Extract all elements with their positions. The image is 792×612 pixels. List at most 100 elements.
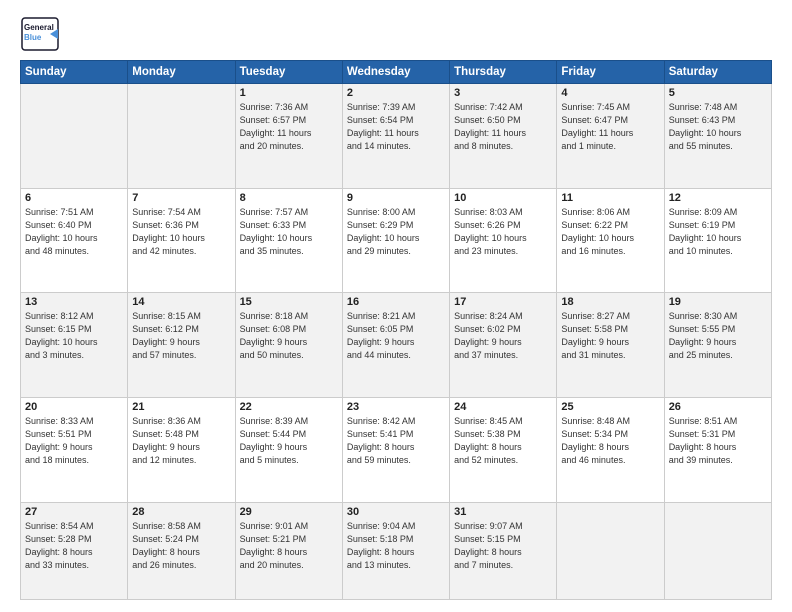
day-number: 22 <box>240 401 338 413</box>
day-number: 23 <box>347 401 445 413</box>
calendar-cell: 9 Sunrise: 8:00 AM Sunset: 6:29 PM Daylig… <box>342 188 449 293</box>
calendar-cell <box>664 502 771 599</box>
day-number: 16 <box>347 296 445 308</box>
day-number: 6 <box>25 192 123 204</box>
day-detail: Sunrise: 8:03 AM Sunset: 6:26 PM Dayligh… <box>454 206 552 258</box>
calendar-cell: 7Sunrise: 7:54 AM Sunset: 6:36 PM Daylig… <box>128 188 235 293</box>
day-detail: Sunrise: 8:21 AM Sunset: 6:05 PM Dayligh… <box>347 310 445 362</box>
day-detail: Sunrise: 8:18 AM Sunset: 6:08 PM Dayligh… <box>240 310 338 362</box>
day-number: 9 <box>347 192 445 204</box>
day-detail: Sunrise: 7:51 AM Sunset: 6:40 PM Dayligh… <box>25 206 123 258</box>
svg-text:General: General <box>24 23 54 32</box>
calendar-week-row: 6 Sunrise: 7:51 AM Sunset: 6:40 PM Daylig… <box>21 188 772 293</box>
day-detail: Sunrise: 9:01 AM Sunset: 5:21 PM Dayligh… <box>240 520 338 572</box>
calendar-header-tuesday: Tuesday <box>235 61 342 84</box>
day-number: 28 <box>132 506 230 518</box>
day-detail: Sunrise: 7:57 AM Sunset: 6:33 PM Dayligh… <box>240 206 338 258</box>
calendar-cell: 1Sunrise: 7:36 AM Sunset: 6:57 PM Daylig… <box>235 84 342 189</box>
calendar-header-saturday: Saturday <box>664 61 771 84</box>
day-number: 26 <box>669 401 767 413</box>
day-detail: Sunrise: 8:54 AM Sunset: 5:28 PM Dayligh… <box>25 520 123 572</box>
calendar-cell: 3 Sunrise: 7:42 AM Sunset: 6:50 PM Daylig… <box>450 84 557 189</box>
day-detail: Sunrise: 7:54 AM Sunset: 6:36 PM Dayligh… <box>132 206 230 258</box>
day-number: 20 <box>25 401 123 413</box>
day-number: 12 <box>669 192 767 204</box>
calendar-header-friday: Friday <box>557 61 664 84</box>
day-detail: Sunrise: 8:06 AM Sunset: 6:22 PM Dayligh… <box>561 206 659 258</box>
day-number: 4 <box>561 87 659 99</box>
calendar-cell: 22 Sunrise: 8:39 AM Sunset: 5:44 PM Dayli… <box>235 397 342 502</box>
calendar-cell: 25 Sunrise: 8:48 AM Sunset: 5:34 PM Dayli… <box>557 397 664 502</box>
calendar-cell: 26 Sunrise: 8:51 AM Sunset: 5:31 PM Dayli… <box>664 397 771 502</box>
page: General Blue SundayMondayTuesdayWednesda… <box>0 0 792 612</box>
day-number: 3 <box>454 87 552 99</box>
calendar-header-thursday: Thursday <box>450 61 557 84</box>
day-detail: Sunrise: 7:48 AM Sunset: 6:43 PM Dayligh… <box>669 101 767 153</box>
day-detail: Sunrise: 7:36 AM Sunset: 6:57 PM Dayligh… <box>240 101 338 153</box>
day-detail: Sunrise: 8:48 AM Sunset: 5:34 PM Dayligh… <box>561 415 659 467</box>
day-number: 25 <box>561 401 659 413</box>
calendar-cell: 28Sunrise: 8:58 AM Sunset: 5:24 PM Dayli… <box>128 502 235 599</box>
day-detail: Sunrise: 8:39 AM Sunset: 5:44 PM Dayligh… <box>240 415 338 467</box>
day-detail: Sunrise: 8:51 AM Sunset: 5:31 PM Dayligh… <box>669 415 767 467</box>
day-number: 14 <box>132 296 230 308</box>
calendar-cell: 8 Sunrise: 7:57 AM Sunset: 6:33 PM Daylig… <box>235 188 342 293</box>
calendar-cell: 14 Sunrise: 8:15 AM Sunset: 6:12 PM Dayli… <box>128 293 235 398</box>
calendar-cell: 16 Sunrise: 8:21 AM Sunset: 6:05 PM Dayli… <box>342 293 449 398</box>
day-number: 31 <box>454 506 552 518</box>
calendar-week-row: 20 Sunrise: 8:33 AM Sunset: 5:51 PM Dayli… <box>21 397 772 502</box>
day-detail: Sunrise: 7:39 AM Sunset: 6:54 PM Dayligh… <box>347 101 445 153</box>
calendar-cell: 10 Sunrise: 8:03 AM Sunset: 6:26 PM Dayli… <box>450 188 557 293</box>
calendar-cell: 13Sunrise: 8:12 AM Sunset: 6:15 PM Dayli… <box>21 293 128 398</box>
calendar-week-row: 13Sunrise: 8:12 AM Sunset: 6:15 PM Dayli… <box>21 293 772 398</box>
calendar-cell: 23 Sunrise: 8:42 AM Sunset: 5:41 PM Dayli… <box>342 397 449 502</box>
calendar-cell: 17Sunrise: 8:24 AM Sunset: 6:02 PM Dayli… <box>450 293 557 398</box>
calendar-week-row: 1Sunrise: 7:36 AM Sunset: 6:57 PM Daylig… <box>21 84 772 189</box>
calendar-cell: 12 Sunrise: 8:09 AM Sunset: 6:19 PM Dayli… <box>664 188 771 293</box>
calendar-cell: 21Sunrise: 8:36 AM Sunset: 5:48 PM Dayli… <box>128 397 235 502</box>
day-number: 5 <box>669 87 767 99</box>
day-detail: Sunrise: 9:04 AM Sunset: 5:18 PM Dayligh… <box>347 520 445 572</box>
day-detail: Sunrise: 7:45 AM Sunset: 6:47 PM Dayligh… <box>561 101 659 153</box>
calendar-cell: 27 Sunrise: 8:54 AM Sunset: 5:28 PM Dayli… <box>21 502 128 599</box>
day-detail: Sunrise: 9:07 AM Sunset: 5:15 PM Dayligh… <box>454 520 552 572</box>
calendar-header-monday: Monday <box>128 61 235 84</box>
calendar-week-row: 27 Sunrise: 8:54 AM Sunset: 5:28 PM Dayli… <box>21 502 772 599</box>
calendar-cell <box>21 84 128 189</box>
day-number: 8 <box>240 192 338 204</box>
calendar-cell: 15Sunrise: 8:18 AM Sunset: 6:08 PM Dayli… <box>235 293 342 398</box>
day-detail: Sunrise: 8:36 AM Sunset: 5:48 PM Dayligh… <box>132 415 230 467</box>
calendar-cell: 5 Sunrise: 7:48 AM Sunset: 6:43 PM Daylig… <box>664 84 771 189</box>
day-detail: Sunrise: 8:09 AM Sunset: 6:19 PM Dayligh… <box>669 206 767 258</box>
day-number: 18 <box>561 296 659 308</box>
header: General Blue <box>20 16 772 52</box>
day-number: 10 <box>454 192 552 204</box>
logo: General Blue <box>20 16 60 52</box>
day-detail: Sunrise: 8:45 AM Sunset: 5:38 PM Dayligh… <box>454 415 552 467</box>
calendar-header-wednesday: Wednesday <box>342 61 449 84</box>
logo-icon: General Blue <box>20 16 60 52</box>
day-number: 27 <box>25 506 123 518</box>
calendar-cell <box>557 502 664 599</box>
calendar-header-sunday: Sunday <box>21 61 128 84</box>
calendar-cell: 19Sunrise: 8:30 AM Sunset: 5:55 PM Dayli… <box>664 293 771 398</box>
calendar-cell: 20 Sunrise: 8:33 AM Sunset: 5:51 PM Dayli… <box>21 397 128 502</box>
day-detail: Sunrise: 8:00 AM Sunset: 6:29 PM Dayligh… <box>347 206 445 258</box>
calendar-table: SundayMondayTuesdayWednesdayThursdayFrid… <box>20 60 772 600</box>
day-detail: Sunrise: 8:42 AM Sunset: 5:41 PM Dayligh… <box>347 415 445 467</box>
calendar-cell <box>128 84 235 189</box>
calendar-cell: 24Sunrise: 8:45 AM Sunset: 5:38 PM Dayli… <box>450 397 557 502</box>
calendar-cell: 2Sunrise: 7:39 AM Sunset: 6:54 PM Daylig… <box>342 84 449 189</box>
day-number: 13 <box>25 296 123 308</box>
day-number: 11 <box>561 192 659 204</box>
day-number: 17 <box>454 296 552 308</box>
calendar-cell: 31 Sunrise: 9:07 AM Sunset: 5:15 PM Dayli… <box>450 502 557 599</box>
calendar-cell: 30Sunrise: 9:04 AM Sunset: 5:18 PM Dayli… <box>342 502 449 599</box>
day-detail: Sunrise: 8:33 AM Sunset: 5:51 PM Dayligh… <box>25 415 123 467</box>
day-detail: Sunrise: 7:42 AM Sunset: 6:50 PM Dayligh… <box>454 101 552 153</box>
day-detail: Sunrise: 8:27 AM Sunset: 5:58 PM Dayligh… <box>561 310 659 362</box>
calendar-cell: 6 Sunrise: 7:51 AM Sunset: 6:40 PM Daylig… <box>21 188 128 293</box>
day-number: 19 <box>669 296 767 308</box>
calendar-header-row: SundayMondayTuesdayWednesdayThursdayFrid… <box>21 61 772 84</box>
day-detail: Sunrise: 8:15 AM Sunset: 6:12 PM Dayligh… <box>132 310 230 362</box>
